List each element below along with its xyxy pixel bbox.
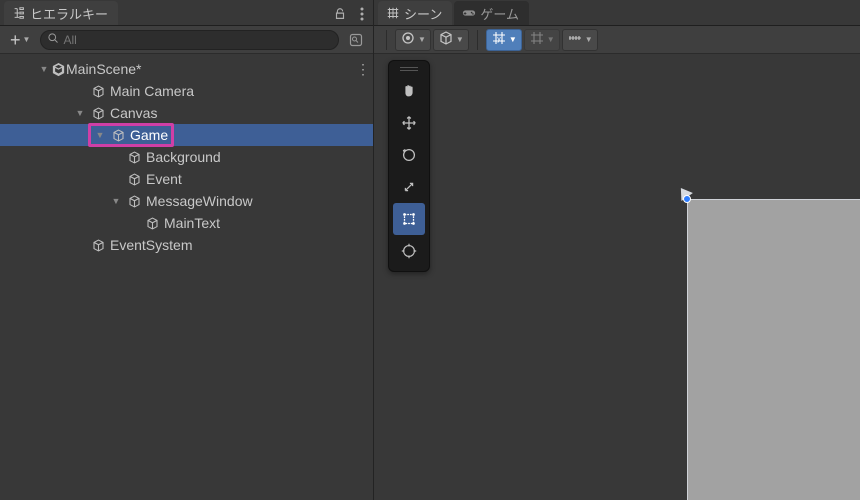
dropdown-arrow-icon: ▼ <box>418 35 426 44</box>
expand-arrow-icon[interactable]: ▼ <box>110 196 122 206</box>
hierarchy-row[interactable]: Event <box>0 168 373 190</box>
hierarchy-row[interactable]: ▼ Canvas <box>0 102 373 124</box>
snap-increment-button[interactable]: ▼ <box>524 29 560 51</box>
add-button[interactable]: + ▼ <box>6 31 34 49</box>
dropdown-arrow-icon: ▼ <box>585 35 593 44</box>
hand-tool[interactable] <box>393 75 425 107</box>
expand-arrow-icon[interactable]: ▼ <box>74 108 86 118</box>
scene-tab-label: シーン <box>404 4 442 23</box>
scene-menu-icon[interactable]: ⋮ <box>353 61 373 78</box>
drag-grip-icon[interactable] <box>393 65 425 73</box>
transform-tool[interactable] <box>393 235 425 267</box>
grid-icon <box>529 30 545 49</box>
gameobject-icon <box>126 193 142 209</box>
hierarchy-panel: ヒエラルキー + ▼ <box>0 0 374 500</box>
scene-toolbar: ▼ ▼ y ▼ ▼ ▼ <box>374 26 860 54</box>
gameobject-icon <box>90 83 106 99</box>
snap-grid-button[interactable]: y ▼ <box>486 29 522 51</box>
panel-menu-icon[interactable] <box>351 3 373 25</box>
gameobject-icon <box>126 171 142 187</box>
search-field[interactable] <box>40 30 339 50</box>
unity-logo-icon <box>50 61 66 77</box>
hierarchy-tree: ▼ MainScene* ⋮ Main Camera ▼ Canvas ▼ Game Ba… <box>0 54 373 500</box>
hierarchy-row-label: Background <box>146 149 221 165</box>
hierarchy-row-label: Event <box>146 171 182 187</box>
hierarchy-tabbar: ヒエラルキー <box>0 0 373 26</box>
snap-settings-button[interactable]: ▼ <box>562 29 598 51</box>
hierarchy-row-label: Game <box>130 127 168 143</box>
scene-panel: シーン ゲーム ▼ ▼ <box>374 0 860 500</box>
hierarchy-icon <box>12 6 26 20</box>
scene-viewport[interactable] <box>374 54 860 500</box>
scene-label: MainScene* <box>66 61 142 77</box>
dropdown-arrow-icon: ▼ <box>456 35 464 44</box>
scene-tabbar: シーン ゲーム <box>374 0 860 26</box>
move-tool[interactable] <box>393 107 425 139</box>
hierarchy-row[interactable]: MainText <box>0 212 373 234</box>
scene-root-row[interactable]: ▼ MainScene* ⋮ <box>0 58 373 80</box>
svg-text:y: y <box>497 36 501 43</box>
hierarchy-row-label: Main Camera <box>110 83 194 99</box>
canvas-rect-gizmo[interactable] <box>687 199 860 500</box>
game-tab-icon <box>462 6 476 20</box>
rect-tool[interactable] <box>393 203 425 235</box>
hierarchy-row[interactable]: Background <box>0 146 373 168</box>
search-icon <box>47 32 59 47</box>
hierarchy-tab-label: ヒエラルキー <box>30 4 108 23</box>
cube-icon <box>438 30 454 49</box>
rect-anchor-handle[interactable] <box>677 187 697 207</box>
gameobject-icon <box>110 127 126 143</box>
2d-toggle-button[interactable]: ▼ <box>433 29 469 51</box>
gameobject-icon <box>144 215 160 231</box>
gameobject-icon <box>90 105 106 121</box>
hierarchy-tab[interactable]: ヒエラルキー <box>4 1 118 25</box>
ruler-icon <box>567 30 583 49</box>
dropdown-arrow-icon: ▼ <box>547 35 555 44</box>
rotate-tool[interactable] <box>393 139 425 171</box>
hierarchy-row[interactable]: Main Camera <box>0 80 373 102</box>
hierarchy-toolbar: + ▼ <box>0 26 373 54</box>
hierarchy-row-label: Canvas <box>110 105 157 121</box>
game-tab[interactable]: ゲーム <box>454 1 529 25</box>
lock-icon[interactable] <box>329 3 351 25</box>
hierarchy-row-label: MainText <box>164 215 220 231</box>
expand-arrow-icon[interactable]: ▼ <box>94 130 106 140</box>
dropdown-arrow-icon: ▼ <box>509 35 517 44</box>
gameobject-icon <box>126 149 142 165</box>
scale-tool[interactable] <box>393 171 425 203</box>
draw-mode-icon <box>400 30 416 49</box>
save-search-button[interactable] <box>345 30 367 50</box>
search-input[interactable] <box>63 33 332 47</box>
hierarchy-row[interactable]: EventSystem <box>0 234 373 256</box>
hierarchy-row-label: EventSystem <box>110 237 192 253</box>
hierarchy-row-label: MessageWindow <box>146 193 253 209</box>
scene-tools-floating <box>388 60 430 272</box>
scene-tab-icon <box>386 6 400 20</box>
draw-mode-button[interactable]: ▼ <box>395 29 431 51</box>
scene-tab[interactable]: シーン <box>378 1 452 25</box>
hierarchy-row[interactable]: ▼ MessageWindow <box>0 190 373 212</box>
plus-icon: + <box>10 33 21 47</box>
hierarchy-row[interactable]: ▼ Game <box>0 124 373 146</box>
dropdown-arrow-icon: ▼ <box>23 35 31 44</box>
gameobject-icon <box>90 237 106 253</box>
game-tab-label: ゲーム <box>480 4 519 23</box>
expand-arrow-icon[interactable]: ▼ <box>38 64 50 74</box>
grid-snap-icon: y <box>491 30 507 49</box>
